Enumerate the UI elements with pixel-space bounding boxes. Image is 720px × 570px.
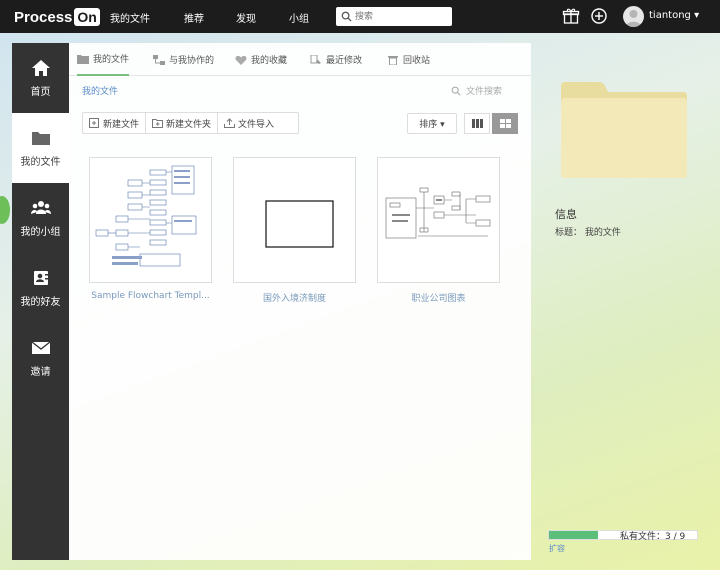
file-search-placeholder: 文件搜索: [466, 87, 503, 97]
nav-discover[interactable]: 发现: [236, 10, 256, 25]
info-title-row: 标题： 我的文件: [555, 225, 621, 238]
new-folder-label: 新建文件夹: [166, 119, 212, 130]
list-view-icon: [471, 119, 483, 128]
tab-trash[interactable]: 回收站: [387, 43, 430, 76]
contact-card-icon: [33, 270, 48, 285]
list-view-button[interactable]: [464, 113, 490, 134]
sidebar-item-home[interactable]: 首页: [12, 43, 69, 113]
sidebar-item-label: 我的小组: [20, 226, 61, 238]
search-icon: [451, 86, 461, 96]
expand-quota-link[interactable]: 扩容: [549, 543, 565, 554]
gift-icon[interactable]: [562, 7, 580, 25]
group-icon: [30, 200, 51, 214]
tab-label: 与我协作的: [169, 56, 215, 66]
rectangle-thumbnail: [265, 200, 334, 248]
file-title[interactable]: Sample Flowchart Templ...: [89, 291, 212, 301]
tab-collaborations[interactable]: 与我协作的: [153, 43, 214, 76]
grid-view-button[interactable]: [492, 113, 518, 134]
import-file-button[interactable]: 文件导入: [218, 113, 280, 133]
file-panel: 我的文件 与我协作的 我的收藏 最近修改 回收站 我的文件 文件搜索 新建文件: [69, 43, 531, 560]
file-card[interactable]: [89, 157, 212, 283]
new-file-icon: [89, 118, 99, 128]
info-title-label: 标题：: [555, 228, 583, 238]
left-sidebar: 首页 我的文件 我的小组 我的好友 邀请: [12, 43, 69, 560]
recent-icon: [310, 54, 321, 64]
heart-icon: [235, 55, 247, 65]
nav-groups[interactable]: 小组: [289, 10, 309, 25]
sidebar-item-invite[interactable]: 邀请: [12, 323, 69, 393]
file-tabs: 我的文件 与我协作的 我的收藏 最近修改 回收站: [69, 43, 531, 76]
grid-view-icon: [499, 119, 511, 128]
quota-label: 私有文件：3 / 9: [620, 532, 686, 542]
tab-recent[interactable]: 最近修改: [310, 43, 362, 76]
tab-label: 最近修改: [326, 56, 363, 66]
file-card[interactable]: [233, 157, 356, 283]
import-file-label: 文件导入: [238, 119, 275, 130]
global-search-input[interactable]: [355, 9, 447, 24]
file-title[interactable]: 国外入境济制度: [233, 291, 356, 304]
tab-favorites[interactable]: 我的收藏: [235, 43, 287, 76]
home-icon: [31, 59, 50, 76]
sidebar-item-label: 我的文件: [20, 156, 61, 168]
top-navigation-bar: ProcessOn 我的文件 推荐 发现 小组 tiantong ▾: [0, 0, 720, 33]
add-circle-icon[interactable]: [590, 7, 608, 25]
new-file-button[interactable]: 新建文件: [83, 113, 147, 133]
upload-icon: [224, 118, 236, 128]
global-search[interactable]: [336, 7, 452, 26]
breadcrumb[interactable]: 我的文件: [82, 84, 118, 97]
collab-icon: [153, 54, 165, 65]
file-title[interactable]: 职业公司图表: [377, 291, 500, 304]
sidebar-item-my-groups[interactable]: 我的小组: [12, 183, 69, 253]
sidebar-item-my-friends[interactable]: 我的好友: [12, 253, 69, 323]
file-toolbar: 新建文件 新建文件夹 文件导入: [82, 112, 299, 134]
processon-logo[interactable]: Process On: [14, 7, 100, 27]
info-heading: 信息: [555, 208, 577, 221]
nav-my-files[interactable]: 我的文件: [110, 10, 150, 25]
file-card[interactable]: [377, 157, 500, 283]
info-title-value: 我的文件: [584, 228, 621, 238]
folder-icon: [77, 54, 89, 64]
new-file-label: 新建文件: [103, 119, 140, 130]
sidebar-item-label: 邀请: [30, 366, 51, 378]
new-folder-button[interactable]: 新建文件夹: [146, 113, 219, 133]
tab-label: 我的文件: [93, 55, 130, 65]
tab-label: 回收站: [403, 56, 431, 66]
logo-text: Process: [14, 8, 73, 26]
logo-badge: On: [74, 8, 100, 26]
sidebar-item-label: 我的好友: [20, 296, 61, 308]
search-icon: [341, 11, 352, 22]
side-decoration: [0, 196, 10, 224]
org-chart-thumbnail: [385, 187, 491, 239]
sort-dropdown[interactable]: 排序 ▾: [407, 113, 457, 134]
flowchart-thumbnail: [95, 165, 197, 267]
sidebar-item-my-files[interactable]: 我的文件: [12, 113, 69, 183]
tab-label: 我的收藏: [251, 56, 288, 66]
trash-icon: [388, 55, 398, 65]
quota-progress-fill: [549, 531, 598, 539]
avatar[interactable]: [623, 6, 644, 27]
folder-icon: [31, 131, 50, 145]
new-folder-icon: [152, 119, 164, 128]
sidebar-item-label: 首页: [30, 86, 51, 98]
username-menu[interactable]: tiantong ▾: [649, 10, 699, 21]
tab-my-files[interactable]: 我的文件: [77, 43, 130, 76]
nav-recommend[interactable]: 推荐: [184, 10, 204, 25]
folder-preview-icon: [561, 82, 687, 178]
envelope-icon: [31, 340, 50, 354]
user-icon: [626, 10, 641, 27]
file-search[interactable]: 文件搜索: [451, 84, 502, 97]
